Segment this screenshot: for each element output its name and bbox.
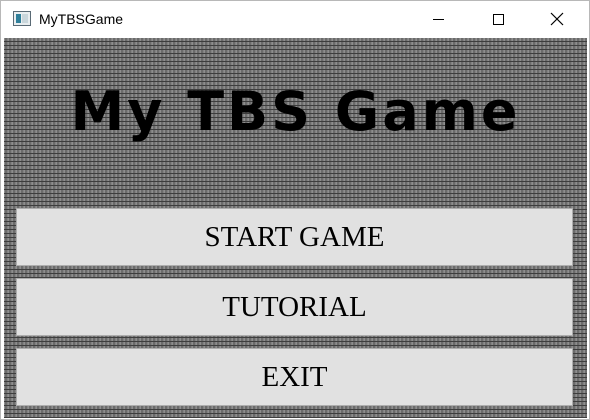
exit-button[interactable]: EXIT bbox=[16, 348, 573, 406]
app-icon-pane-left bbox=[16, 14, 21, 23]
close-button[interactable] bbox=[534, 1, 580, 37]
title-bar[interactable]: MyTBSGame bbox=[1, 1, 589, 37]
maximize-button[interactable] bbox=[475, 1, 521, 37]
close-icon bbox=[550, 12, 564, 26]
game-window: MyTBSGame My TBS Game START GAME TUTORIA… bbox=[0, 0, 590, 420]
game-canvas: My TBS Game START GAME TUTORIAL EXIT bbox=[4, 38, 587, 418]
minimize-icon bbox=[432, 18, 444, 20]
window-title: MyTBSGame bbox=[39, 11, 124, 27]
app-icon-pane-right bbox=[22, 14, 28, 23]
tutorial-button[interactable]: TUTORIAL bbox=[16, 278, 573, 336]
minimize-button[interactable] bbox=[415, 1, 461, 37]
app-window-icon[interactable] bbox=[13, 11, 31, 26]
start-game-button[interactable]: START GAME bbox=[16, 208, 573, 266]
game-title: My TBS Game bbox=[70, 80, 521, 143]
maximize-icon bbox=[492, 13, 504, 25]
